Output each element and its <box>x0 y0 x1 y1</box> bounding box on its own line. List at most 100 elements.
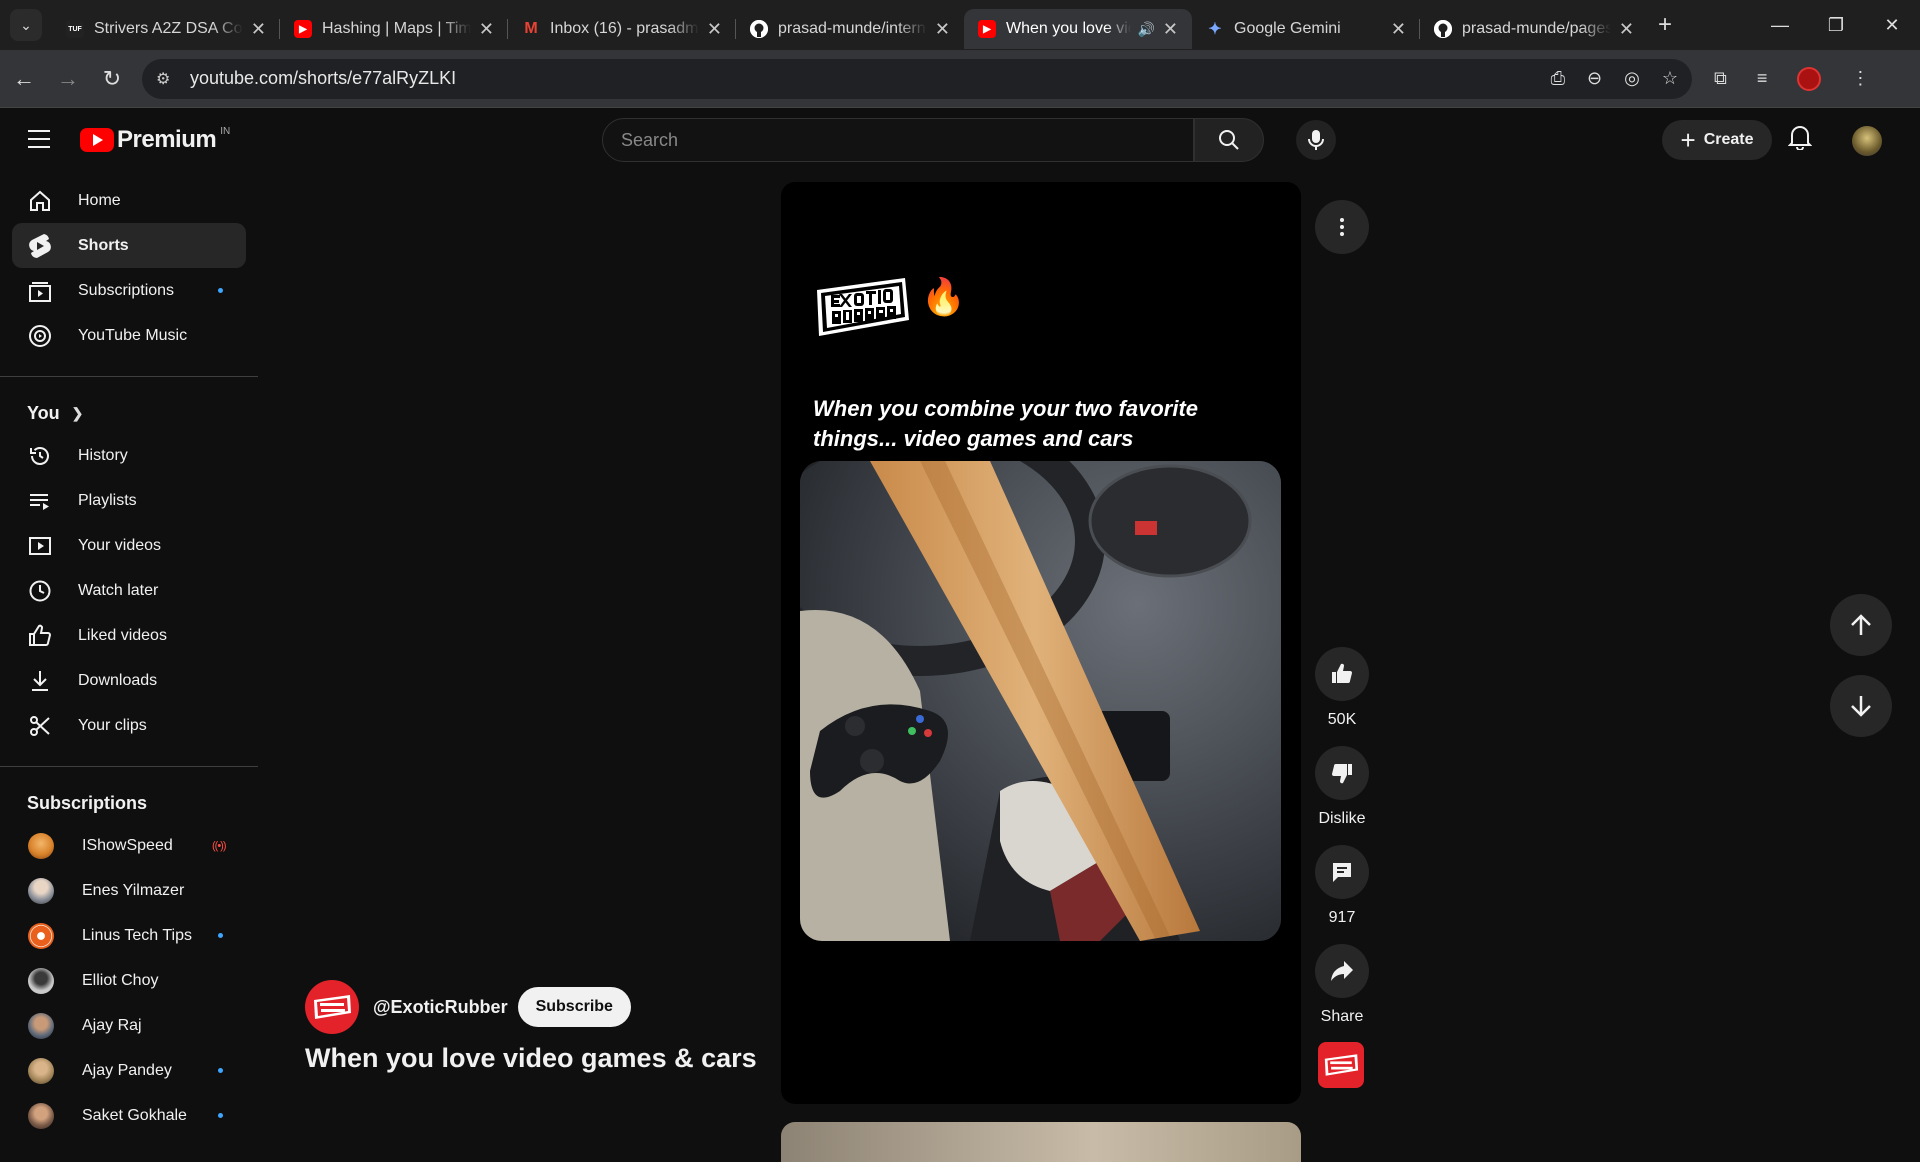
tab-title: prasad-munde/pages <box>1462 20 1611 37</box>
like-button[interactable] <box>1315 647 1369 701</box>
back-icon[interactable]: ← <box>4 59 44 99</box>
browser-tab[interactable]: ✦ Google Gemini ✕ <box>1192 9 1420 49</box>
eye-off-icon[interactable]: ◎ <box>1624 68 1640 89</box>
speaker-icon[interactable]: 🔊 <box>1137 21 1154 38</box>
url-text[interactable]: youtube.com/shorts/e77alRyZLKI <box>190 68 1551 89</box>
sidebar-item-your-clips[interactable]: Your clips <box>12 703 246 748</box>
next-short-button[interactable] <box>1830 675 1892 737</box>
channel-label: Enes Yilmazer <box>82 881 185 899</box>
close-icon[interactable]: ✕ <box>251 19 266 40</box>
sidebar-item-label: Shorts <box>78 236 129 254</box>
sidebar-item-playlists[interactable]: Playlists <box>12 478 246 523</box>
close-icon[interactable]: ✕ <box>1391 19 1406 40</box>
sidebar-item-label: Your clips <box>78 716 147 734</box>
scissors-icon <box>28 714 52 738</box>
previous-short-button[interactable] <box>1830 594 1892 656</box>
subscribe-button[interactable]: Subscribe <box>517 987 631 1027</box>
new-tab-button[interactable]: + <box>1658 11 1672 39</box>
comments-button[interactable] <box>1315 845 1369 899</box>
search-input[interactable] <box>621 129 1193 151</box>
tab-search-button[interactable]: ⌄ <box>10 9 42 41</box>
forward-icon[interactable]: → <box>48 59 88 99</box>
subscription-item-enes-yilmazer[interactable]: Enes Yilmazer <box>12 868 246 913</box>
channel-row: @ExoticRubber Subscribe <box>305 980 631 1034</box>
exotic-rubber-logo <box>1324 1054 1359 1076</box>
browser-tab[interactable]: TUF Strivers A2Z DSA Course ✕ <box>52 9 280 49</box>
youtube-logo[interactable]: Premium IN <box>80 126 230 154</box>
search-button[interactable] <box>1194 118 1264 162</box>
browser-tab[interactable]: prasad-munde/internship ✕ <box>735 9 964 49</box>
browser-tab[interactable]: ▶ Hashing | Maps | Time Complexity ✕ <box>279 9 508 49</box>
video-frame[interactable] <box>800 461 1281 941</box>
tab-title: prasad-munde/internship <box>778 20 927 37</box>
site-info-icon[interactable]: ⚙ <box>156 69 180 89</box>
create-button[interactable]: + Create <box>1662 120 1772 160</box>
sidebar-item-label: Your videos <box>78 536 162 554</box>
sidebar-item-liked-videos[interactable]: Liked videos <box>12 613 246 658</box>
close-icon[interactable]: ✕ <box>1619 19 1634 40</box>
profile-avatar[interactable] <box>1797 66 1822 91</box>
subscription-item-saket-gokhale[interactable]: Saket Gokhale <box>12 1093 246 1138</box>
close-icon[interactable]: ✕ <box>935 19 950 40</box>
subscription-item-elliot-choy[interactable]: Elliot Choy <box>12 958 246 1003</box>
channel-avatar <box>28 877 54 904</box>
share-icon <box>1331 961 1353 981</box>
restore-icon[interactable]: ❐ <box>1808 0 1864 50</box>
sidebar-item-your-videos[interactable]: Your videos <box>12 523 246 568</box>
reload-icon[interactable]: ↻ <box>92 59 132 99</box>
tab-title: Strivers A2Z DSA Course <box>94 20 243 37</box>
next-short-preview[interactable] <box>781 1122 1301 1162</box>
menu-icon[interactable] <box>28 130 50 154</box>
minimize-icon[interactable]: — <box>1752 0 1808 50</box>
logo-text: Premium <box>117 126 217 153</box>
close-icon[interactable]: ✕ <box>1163 19 1178 40</box>
more-options-button[interactable] <box>1315 200 1369 254</box>
sidebar-item-home[interactable]: Home <box>12 178 246 223</box>
live-indicator-icon: ((•)) <box>212 839 226 852</box>
dislike-button[interactable] <box>1315 746 1369 800</box>
channel-label: Saket Gokhale <box>82 1106 187 1124</box>
subscription-item-ajay-raj[interactable]: Ajay Raj <box>12 1003 246 1048</box>
browser-tab[interactable]: M Inbox (16) - prasadmunde ✕ <box>507 9 736 49</box>
account-avatar[interactable] <box>1852 126 1882 156</box>
install-app-icon[interactable]: ⎙ <box>1551 68 1565 89</box>
search-box <box>602 118 1194 162</box>
subscription-item-linus-tech-tips[interactable]: Linus Tech Tips <box>12 913 246 958</box>
gmail-icon: M <box>524 20 538 37</box>
share-button[interactable] <box>1315 944 1369 998</box>
zoom-icon[interactable]: ⊖ <box>1587 68 1602 89</box>
browser-toolbar: ← → ↻ ⚙ youtube.com/shorts/e77alRyZLKI ⎙… <box>0 50 1920 108</box>
sidebar-item-youtube-music[interactable]: YouTube Music <box>12 313 246 358</box>
channel-label: IShowSpeed <box>82 836 173 854</box>
new-content-dot <box>218 1113 223 1118</box>
search-icon <box>1219 130 1239 150</box>
close-icon[interactable]: ✕ <box>707 19 722 40</box>
more-menu-icon[interactable]: ⋮ <box>1851 68 1869 89</box>
channel-thumbnail-button[interactable] <box>1318 1042 1364 1088</box>
sidebar-item-watch-later[interactable]: Watch later <box>12 568 246 613</box>
sidebar-item-label: YouTube Music <box>78 326 188 344</box>
voice-search-button[interactable] <box>1296 120 1336 160</box>
close-icon[interactable]: ✕ <box>479 19 494 40</box>
extensions-icon[interactable]: ⧉ <box>1714 68 1727 89</box>
sidebar-item-history[interactable]: History <box>12 433 246 478</box>
bookmark-star-icon[interactable]: ☆ <box>1662 68 1678 89</box>
channel-name[interactable]: @ExoticRubber <box>373 997 508 1018</box>
address-bar[interactable]: ⚙ youtube.com/shorts/e77alRyZLKI ⎙ ⊖ ◎ ☆ <box>142 58 1692 99</box>
sidebar-item-shorts[interactable]: Shorts <box>12 223 246 268</box>
shorts-player[interactable]: 🔥 When you combine your two favorite thi… <box>781 182 1301 1104</box>
thumbs-down-icon <box>1332 764 1352 784</box>
media-control-icon[interactable]: ≡ <box>1757 68 1768 89</box>
subscription-item-ishowspeed[interactable]: IShowSpeed ((•)) <box>12 823 246 868</box>
browser-tab[interactable]: prasad-munde/pages ✕ <box>1419 9 1648 49</box>
like-count: 50K <box>1327 711 1357 728</box>
sidebar-item-downloads[interactable]: Downloads <box>12 658 246 703</box>
channel-avatar[interactable] <box>305 980 359 1034</box>
sidebar-you-heading[interactable]: You ❯ <box>0 393 258 433</box>
sidebar-divider <box>0 376 258 377</box>
browser-tab-active[interactable]: ▶ When you love video games 🔊 ✕ <box>964 9 1192 49</box>
close-window-icon[interactable]: ✕ <box>1864 0 1920 50</box>
sidebar-item-subscriptions[interactable]: Subscriptions <box>12 268 246 313</box>
subscription-item-ajay-pandey[interactable]: Ajay Pandey <box>12 1048 246 1093</box>
notifications-button[interactable] <box>1787 124 1813 155</box>
